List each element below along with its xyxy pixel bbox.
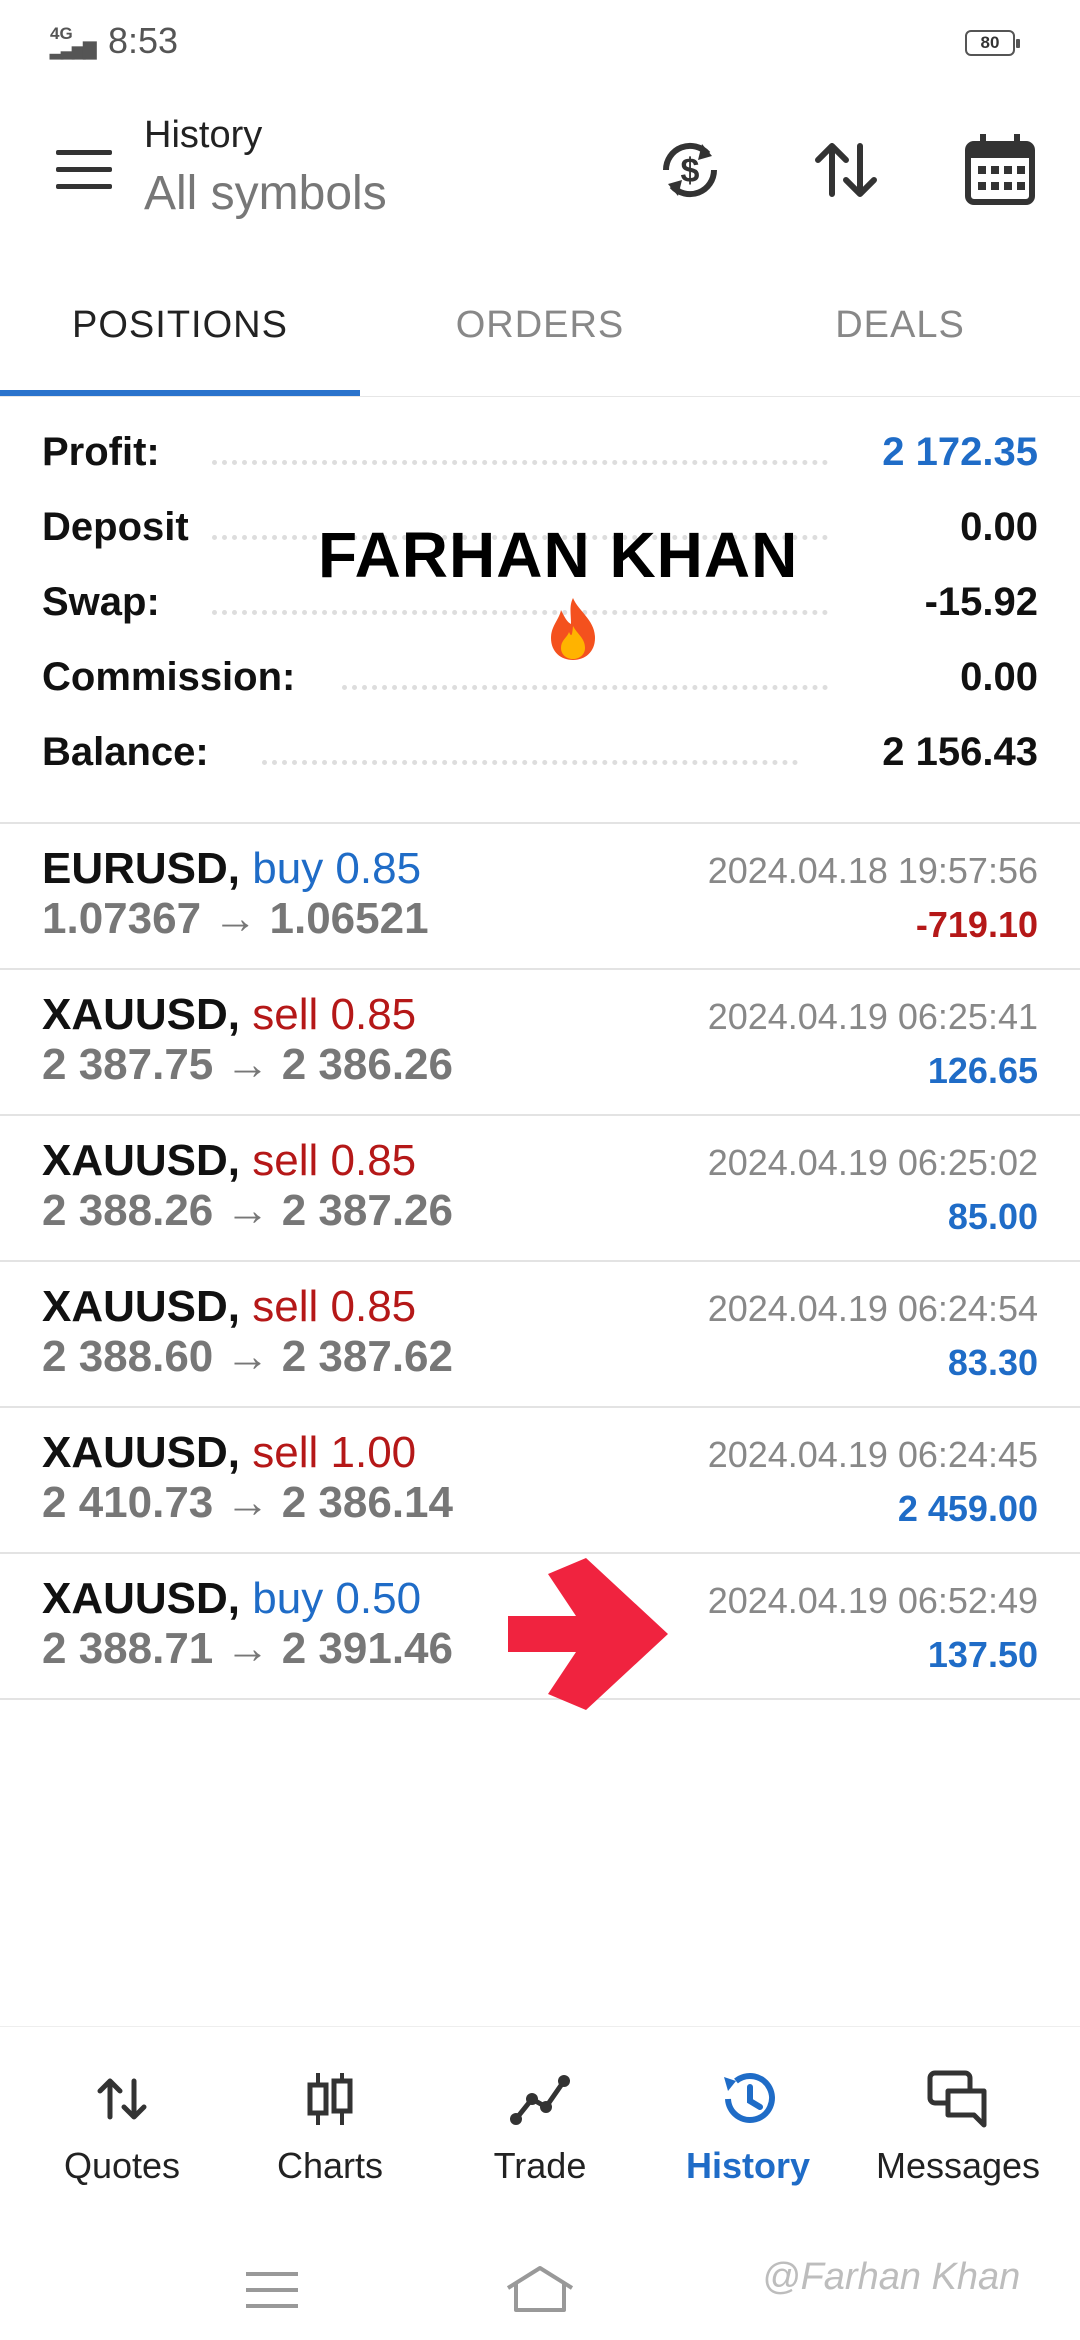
- fire-icon: [545, 596, 601, 662]
- position-symbol: XAUUSD,: [42, 1136, 241, 1185]
- dotted-leader: [212, 610, 828, 615]
- nav-quotes[interactable]: Quotes: [22, 2067, 222, 2187]
- sort-arrows-icon[interactable]: [806, 130, 886, 210]
- position-time: 2024.04.19 06:24:54: [707, 1288, 1038, 1329]
- position-profit: 83.30: [947, 1342, 1038, 1383]
- position-row[interactable]: XAUUSD, sell 0.85 2 388.60 → 2 387.62 20…: [0, 1260, 1080, 1406]
- bottom-navigation: Quotes Charts Trade History Messages: [0, 2026, 1080, 2207]
- summary-balance-row: Balance: 2 156.43: [42, 730, 1038, 790]
- svg-text:$: $: [681, 152, 700, 190]
- swap-label: Swap:: [42, 580, 174, 625]
- signal-bars-icon: ▂▃▅▇: [50, 40, 96, 59]
- tab-positions[interactable]: POSITIONS: [0, 270, 360, 390]
- battery-icon: 80: [965, 30, 1020, 56]
- position-profit: 2 459.00: [897, 1488, 1038, 1529]
- symbol-filter[interactable]: All symbols: [144, 166, 387, 221]
- position-row[interactable]: XAUUSD, sell 0.85 2 387.75 → 2 386.26 20…: [0, 968, 1080, 1114]
- position-prices: 2 388.26 → 2 387.26: [42, 1186, 453, 1235]
- history-clock-icon: [724, 2073, 775, 2123]
- commission-label: Commission:: [42, 655, 310, 700]
- overlay-name: FARHAN KHAN: [318, 519, 799, 591]
- position-profit: 126.65: [927, 1050, 1038, 1091]
- position-prices: 2 387.75 → 2 386.26: [42, 1040, 453, 1089]
- dotted-leader: [342, 685, 828, 690]
- candlestick-icon: [307, 2073, 353, 2125]
- commission-value: 0.00: [946, 655, 1038, 700]
- trade-line-icon: [510, 2075, 570, 2125]
- position-side: sell 1.00: [252, 1428, 417, 1477]
- profit-label: Profit:: [42, 430, 174, 475]
- position-side: sell 0.85: [252, 1282, 417, 1331]
- tab-deals[interactable]: DEALS: [720, 270, 1080, 390]
- position-prices: 2 410.73 → 2 386.14: [42, 1478, 453, 1527]
- recent-apps-icon[interactable]: [244, 2270, 300, 2310]
- history-tabs: POSITIONS ORDERS DEALS: [0, 270, 1080, 397]
- nav-charts[interactable]: Charts: [230, 2067, 430, 2187]
- position-side: buy 0.85: [252, 844, 422, 893]
- position-time: 2024.04.19 06:52:49: [707, 1580, 1038, 1621]
- profit-value: 2 172.35: [868, 430, 1038, 475]
- position-row[interactable]: XAUUSD, sell 0.85 2 388.26 → 2 387.26 20…: [0, 1114, 1080, 1260]
- active-tab-indicator: [0, 390, 360, 396]
- nav-label: Quotes: [63, 2145, 181, 2186]
- deposit-value: 0.00: [946, 505, 1038, 550]
- messages-icon: [927, 2070, 987, 2128]
- position-symbol: XAUUSD,: [42, 1574, 241, 1623]
- position-symbol: XAUUSD,: [42, 1282, 241, 1331]
- calendar-icon[interactable]: [960, 130, 1040, 210]
- account-summary: Profit: 2 172.35 Deposit 0.00 Swap: -15.…: [0, 420, 1080, 820]
- nav-messages[interactable]: Messages: [858, 2067, 1058, 2187]
- position-profit: 137.50: [927, 1634, 1038, 1675]
- position-time: 2024.04.19 06:25:02: [707, 1142, 1038, 1183]
- position-row[interactable]: XAUUSD, sell 1.00 2 410.73 → 2 386.14 20…: [0, 1406, 1080, 1552]
- nav-label: Trade: [493, 2145, 587, 2186]
- position-symbol: XAUUSD,: [42, 990, 241, 1039]
- position-side: sell 0.85: [252, 990, 417, 1039]
- position-time: 2024.04.19 06:25:41: [707, 996, 1038, 1037]
- balance-value: 2 156.43: [868, 730, 1038, 775]
- position-side: buy 0.50: [252, 1574, 422, 1623]
- dotted-leader: [212, 460, 828, 465]
- app-header: History All symbols $: [0, 100, 1080, 240]
- position-prices: 2 388.71 → 2 391.46: [42, 1624, 453, 1673]
- position-side: sell 0.85: [252, 1136, 417, 1185]
- position-prices: 2 388.60 → 2 387.62: [42, 1332, 453, 1381]
- network-indicator: 4G ▂▃▅▇: [50, 25, 96, 59]
- nav-label: History: [685, 2145, 811, 2186]
- nav-label: Messages: [875, 2145, 1041, 2186]
- position-row[interactable]: EURUSD, buy 0.85 1.07367 → 1.06521 2024.…: [0, 822, 1080, 968]
- home-icon[interactable]: [504, 2264, 576, 2314]
- red-arrow-icon: [500, 1552, 672, 1716]
- position-time: 2024.04.19 06:24:45: [707, 1434, 1038, 1475]
- nav-trade[interactable]: Trade: [440, 2067, 640, 2187]
- nav-label: Charts: [276, 2145, 384, 2186]
- position-time: 2024.04.18 19:57:56: [707, 850, 1038, 891]
- balance-label: Balance:: [42, 730, 223, 775]
- position-profit: -719.10: [915, 904, 1038, 945]
- currency-exchange-icon[interactable]: $: [650, 130, 730, 210]
- tab-orders[interactable]: ORDERS: [360, 270, 720, 390]
- position-symbol: XAUUSD,: [42, 1428, 241, 1477]
- summary-commission-row: Commission: 0.00: [42, 655, 1038, 715]
- page-title: History: [144, 114, 263, 156]
- deposit-label: Deposit: [42, 505, 203, 550]
- summary-profit-row: Profit: 2 172.35: [42, 430, 1038, 490]
- watermark-credit: @Farhan Khan: [762, 2256, 1021, 2298]
- nav-history[interactable]: History: [648, 2067, 848, 2187]
- status-time: 8:53: [108, 20, 179, 61]
- position-symbol: EURUSD,: [42, 844, 241, 893]
- position-prices: 1.07367 → 1.06521: [42, 894, 429, 943]
- quotes-arrows-icon: [97, 2078, 147, 2120]
- dotted-leader: [262, 760, 798, 765]
- hamburger-menu-icon[interactable]: [56, 150, 112, 190]
- swap-value: -15.92: [910, 580, 1038, 625]
- status-bar: 4G ▂▃▅▇ 8:53 80: [0, 0, 1080, 84]
- position-profit: 85.00: [947, 1196, 1038, 1237]
